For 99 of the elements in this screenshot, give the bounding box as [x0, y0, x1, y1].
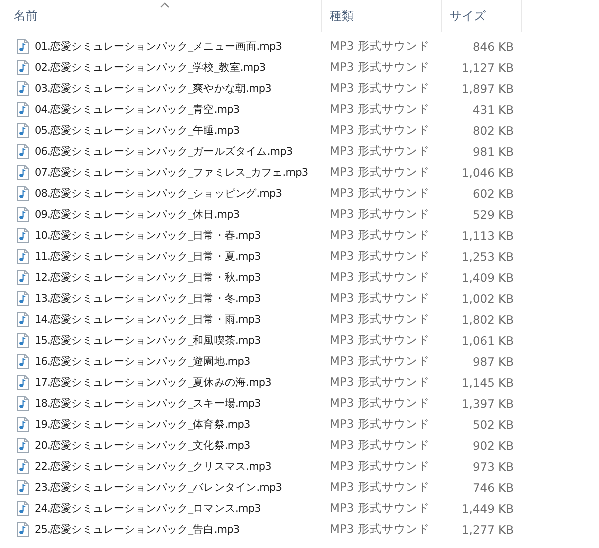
file-name[interactable]: 24.恋愛シミュレーションパック_ロマンス.mp3 [35, 502, 261, 516]
file-size: 1,802 KB [460, 312, 515, 326]
audio-file-icon [17, 417, 29, 432]
audio-file-icon [17, 522, 29, 537]
file-type: MP3 形式サウンド [329, 291, 431, 306]
file-name[interactable]: 12.恋愛シミュレーションパック_日常・秋.mp3 [35, 270, 261, 284]
file-size: 1,397 KB [460, 396, 515, 410]
file-size: 602 KB [472, 186, 515, 200]
file-name[interactable]: 02.恋愛シミュレーションパック_学校_教室.mp3 [35, 60, 266, 74]
file-size: 1,897 KB [460, 82, 515, 96]
file-type: MP3 形式サウンド [329, 123, 431, 138]
column-header[interactable]: サイズ [442, 0, 494, 32]
file-size: 529 KB [472, 208, 515, 222]
audio-file-icon [17, 39, 29, 54]
file-size: 431 KB [472, 102, 515, 116]
file-name[interactable]: 05.恋愛シミュレーションパック_午睡.mp3 [35, 124, 240, 138]
audio-file-icon [17, 228, 29, 243]
file-type: MP3 形式サウンド [329, 144, 431, 159]
file-size: 1,127 KB [460, 60, 515, 74]
audio-file-icon [17, 501, 29, 516]
file-type: MP3 形式サウンド [329, 522, 431, 537]
file-name[interactable]: 18.恋愛シミュレーションパック_スキー場.mp3 [35, 396, 261, 410]
file-type: MP3 形式サウンド [329, 186, 431, 201]
file-name[interactable]: 13.恋愛シミュレーションパック_日常・冬.mp3 [35, 292, 261, 306]
file-type: MP3 形式サウンド [329, 228, 431, 243]
file-name[interactable]: 03.恋愛シミュレーションパック_爽やかな朝.mp3 [35, 82, 272, 96]
file-size: 746 KB [472, 480, 515, 494]
file-size: 902 KB [472, 438, 515, 452]
file-type: MP3 形式サウンド [329, 459, 431, 474]
audio-file-icon [17, 81, 29, 96]
file-name[interactable]: 11.恋愛シミュレーションパック_日常・夏.mp3 [35, 250, 261, 264]
file-name[interactable]: 09.恋愛シミュレーションパック_休日.mp3 [35, 208, 240, 222]
file-size: 1,046 KB [460, 166, 515, 180]
file-type: MP3 形式サウンド [329, 354, 431, 369]
audio-file-icon [17, 375, 29, 390]
file-size: 1,113 KB [460, 228, 515, 242]
file-type: MP3 形式サウンド [329, 207, 431, 222]
file-name[interactable]: 15.恋愛シミュレーションパック_和風喫茶.mp3 [35, 334, 261, 348]
audio-file-icon [17, 480, 29, 495]
file-type: MP3 形式サウンド [329, 375, 431, 390]
file-size: 1,449 KB [460, 502, 515, 516]
file-type: MP3 形式サウンド [329, 39, 431, 54]
file-type: MP3 形式サウンド [329, 270, 431, 285]
audio-file-icon [17, 396, 29, 411]
file-type: MP3 形式サウンド [329, 501, 431, 516]
file-type: MP3 形式サウンド [329, 396, 431, 411]
file-size: 1,277 KB [460, 522, 515, 536]
file-size: 1,145 KB [460, 376, 515, 390]
audio-file-icon [17, 186, 29, 201]
file-name[interactable]: 16.恋愛シミュレーションパック_遊園地.mp3 [35, 354, 250, 368]
audio-file-icon [17, 333, 29, 348]
file-type: MP3 形式サウンド [329, 102, 431, 117]
audio-file-icon [17, 165, 29, 180]
audio-file-icon [17, 438, 29, 453]
file-name[interactable]: 19.恋愛シミュレーションパック_体育祭.mp3 [35, 418, 250, 432]
file-size: 502 KB [472, 418, 515, 432]
file-size: 1,253 KB [460, 250, 515, 264]
audio-file-icon [17, 459, 29, 474]
file-name[interactable]: 17.恋愛シミュレーションパック_夏休みの海.mp3 [35, 376, 272, 390]
audio-file-icon [17, 102, 29, 117]
file-type: MP3 形式サウンド [329, 60, 431, 75]
file-size: 1,002 KB [460, 292, 515, 306]
file-type: MP3 形式サウンド [329, 417, 431, 432]
audio-file-icon [17, 270, 29, 285]
file-name[interactable]: 04.恋愛シミュレーションパック_青空.mp3 [35, 102, 240, 116]
audio-file-icon [17, 207, 29, 222]
audio-file-icon [17, 312, 29, 327]
file-size: 1,409 KB [460, 270, 515, 284]
file-type: MP3 形式サウンド [329, 312, 431, 327]
column-header[interactable]: 種類 [322, 0, 362, 32]
audio-file-icon [17, 354, 29, 369]
file-size: 987 KB [472, 354, 515, 368]
audio-file-icon [17, 123, 29, 138]
file-type: MP3 形式サウンド [329, 165, 431, 180]
audio-file-icon [17, 291, 29, 306]
file-size: 981 KB [472, 144, 515, 158]
file-type: MP3 形式サウンド [329, 249, 431, 264]
file-size: 1,061 KB [460, 334, 515, 348]
file-name[interactable]: 06.恋愛シミュレーションパック_ガールズタイム.mp3 [35, 144, 293, 158]
file-type: MP3 形式サウンド [329, 438, 431, 453]
file-name[interactable]: 22.恋愛シミュレーションパック_クリスマス.mp3 [35, 460, 272, 474]
file-name[interactable]: 20.恋愛シミュレーションパック_文化祭.mp3 [35, 438, 250, 452]
file-name[interactable]: 14.恋愛シミュレーションパック_日常・雨.mp3 [35, 312, 261, 326]
file-name[interactable]: 23.恋愛シミュレーションパック_バレンタイン.mp3 [35, 480, 282, 494]
file-name[interactable]: 07.恋愛シミュレーションパック_ファミレス_カフェ.mp3 [35, 166, 308, 180]
file-size: 846 KB [472, 40, 515, 54]
file-type: MP3 形式サウンド [329, 333, 431, 348]
column-header[interactable]: 名前 [0, 0, 46, 32]
file-size: 802 KB [472, 124, 515, 138]
file-type: MP3 形式サウンド [329, 480, 431, 495]
file-type: MP3 形式サウンド [329, 81, 431, 96]
file-name[interactable]: 08.恋愛シミュレーションパック_ショッピング.mp3 [35, 186, 282, 200]
file-name[interactable]: 10.恋愛シミュレーションパック_日常・春.mp3 [35, 228, 261, 242]
file-name[interactable]: 01.恋愛シミュレーションパック_メニュー画面.mp3 [35, 40, 282, 54]
audio-file-icon [17, 249, 29, 264]
audio-file-icon [17, 60, 29, 75]
file-name[interactable]: 25.恋愛シミュレーションパック_告白.mp3 [35, 522, 240, 536]
audio-file-icon [17, 144, 29, 159]
file-size: 973 KB [472, 460, 515, 474]
